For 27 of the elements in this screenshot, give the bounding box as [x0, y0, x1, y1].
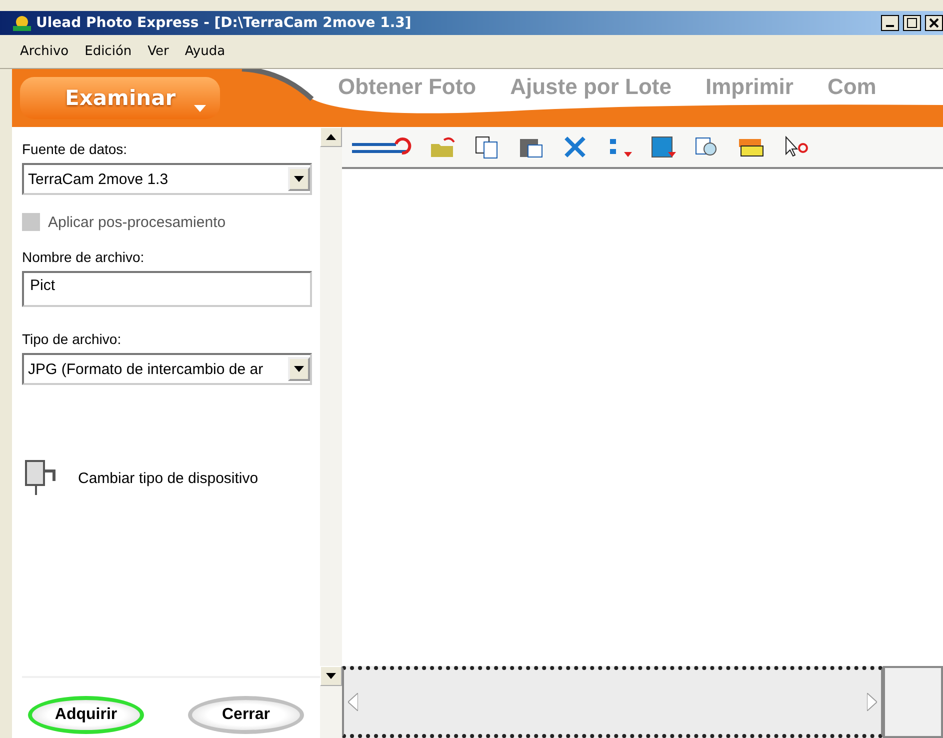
- dropdown-caret-icon[interactable]: [194, 105, 206, 113]
- acquire-button[interactable]: Adquirir: [28, 696, 144, 734]
- close-button[interactable]: [925, 15, 943, 31]
- caret-icon[interactable]: [294, 366, 304, 372]
- field-label: Fuente de datos:: [22, 141, 128, 157]
- field-label: Nombre de archivo:: [22, 249, 146, 265]
- menu-item[interactable]: Archivo: [20, 44, 69, 59]
- close-dialog-button[interactable]: Cerrar: [188, 696, 304, 734]
- field-label: Tipo de archivo:: [22, 331, 122, 347]
- scroll-left-icon[interactable]: [348, 693, 358, 711]
- caret-icon[interactable]: [294, 176, 304, 182]
- menu-item[interactable]: Ayuda: [184, 44, 226, 59]
- minimize-button[interactable]: [881, 15, 899, 31]
- app-logo-icon: [12, 14, 32, 32]
- checkbox-label: Aplicar pos-procesamiento: [48, 214, 226, 230]
- window-title: Ulead Photo Express - [D:\TerraCam 2move 1.3]: [36, 15, 412, 31]
- scrollbar[interactable]: [320, 127, 342, 738]
- filename-field[interactable]: Pict: [22, 271, 312, 307]
- change-device-link[interactable]: Cambiar tipo de dispositivo: [78, 470, 258, 486]
- filetype-dropdown[interactable]: JPG (Formato de intercambio de ar: [22, 353, 312, 385]
- maximize-button[interactable]: [903, 15, 921, 31]
- scroll-up-icon[interactable]: [326, 134, 336, 140]
- menu-item[interactable]: Ver: [148, 44, 169, 59]
- scroll-down-icon[interactable]: [326, 673, 336, 679]
- menu-item[interactable]: Edición: [84, 44, 132, 59]
- source-dropdown[interactable]: TerraCam 2move 1.3: [22, 163, 312, 195]
- scroll-right-icon[interactable]: [867, 693, 877, 711]
